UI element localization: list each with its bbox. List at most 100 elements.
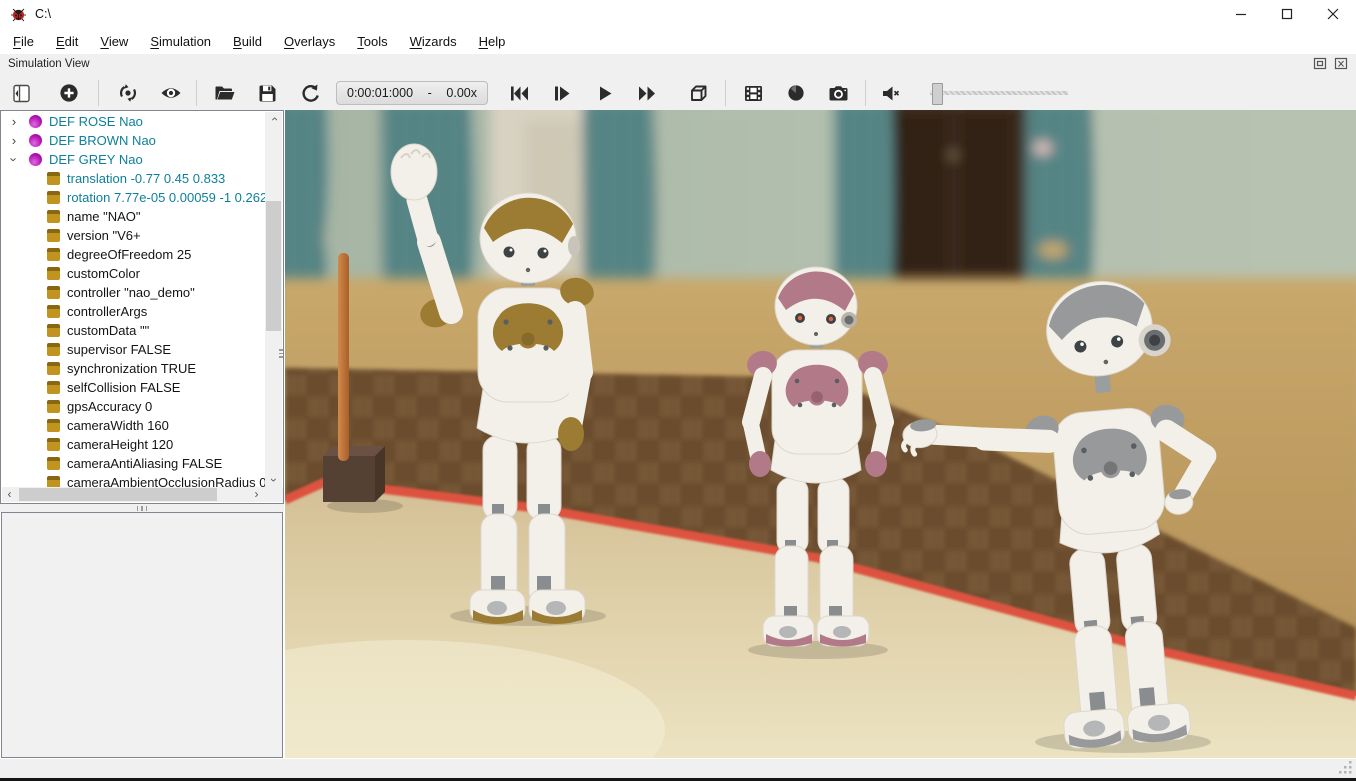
maximize-button[interactable]	[1264, 0, 1310, 28]
tree-horizontal-scrollbar[interactable]	[2, 487, 283, 502]
tree-node-label: selfCollision FALSE	[67, 380, 180, 395]
scene-tree: DEF ROSE Nao DEF BROWN Nao DEF GREY Nao …	[1, 112, 265, 488]
vertical-splitter-grip[interactable]	[279, 349, 283, 365]
tree-node-icon	[47, 172, 60, 185]
tree-row[interactable]: rotation 7.77e-05 0.00059 -1 0.262	[1, 188, 265, 207]
tree-row[interactable]: gpsAccuracy 0	[1, 397, 265, 416]
status-bar	[0, 759, 1356, 778]
tree-row[interactable]: controller "nao_demo"	[1, 283, 265, 302]
menu-file[interactable]: File	[2, 31, 45, 52]
volume-slider-handle[interactable]	[932, 83, 943, 105]
tree-node-label: cameraAntiAliasing FALSE	[67, 456, 222, 471]
menu-tools[interactable]: Tools	[346, 31, 398, 52]
menu-build[interactable]: Build	[222, 31, 273, 52]
tree-row[interactable]: version "V6+	[1, 226, 265, 245]
tree-node-label: controllerArgs	[67, 304, 147, 319]
undock-icon[interactable]	[1313, 57, 1327, 70]
tree-row[interactable]: translation -0.77 0.45 0.833	[1, 169, 265, 188]
tree-chevron-icon[interactable]	[7, 150, 21, 169]
simulation-time-display: 0:00:01:000 - 0.00x	[336, 81, 488, 105]
open-world-button[interactable]	[207, 78, 241, 108]
open-folder-icon	[214, 84, 235, 102]
toggle-scene-tree-button[interactable]	[4, 78, 38, 108]
screenshot-button[interactable]	[821, 78, 855, 108]
tree-node-label: customData ""	[67, 323, 149, 338]
tree-node-icon	[47, 343, 60, 356]
tree-row[interactable]: cameraWidth 160	[1, 416, 265, 435]
3d-scene	[285, 110, 1356, 758]
tree-row[interactable]: cameraAntiAliasing FALSE	[1, 454, 265, 473]
save-icon	[258, 84, 277, 103]
show-rendering-button[interactable]	[154, 78, 188, 108]
tree-row[interactable]: DEF GREY Nao	[1, 150, 265, 169]
volume-slider[interactable]	[930, 82, 1068, 104]
tree-node-icon	[47, 305, 60, 318]
toolbar-separator	[865, 80, 866, 106]
menu-wizards[interactable]: Wizards	[399, 31, 468, 52]
tree-node-icon	[47, 438, 60, 451]
tree-node-label: synchronization TRUE	[67, 361, 196, 376]
tree-row[interactable]: supervisor FALSE	[1, 340, 265, 359]
tree-row[interactable]: degreeOfFreedom 25	[1, 245, 265, 264]
minimize-icon	[1235, 8, 1247, 20]
scene-tree-panel: DEF ROSE Nao DEF BROWN Nao DEF GREY Nao …	[0, 110, 284, 504]
resize-grip[interactable]	[1339, 761, 1353, 775]
tree-row[interactable]: customData ""	[1, 321, 265, 340]
step-button[interactable]	[545, 78, 579, 108]
minimize-button[interactable]	[1218, 0, 1264, 28]
simulation-view-dock: Simulation View	[0, 54, 1356, 110]
record-button[interactable]	[779, 78, 813, 108]
tree-chevron-icon[interactable]	[7, 112, 21, 131]
tree-hscroll-thumb[interactable]	[19, 488, 217, 501]
tree-row[interactable]: DEF ROSE Nao	[1, 112, 265, 131]
tree-node-icon	[47, 210, 60, 223]
tree-chevron-icon[interactable]	[7, 131, 21, 150]
tree-vertical-scrollbar[interactable]	[265, 112, 282, 488]
tree-row[interactable]: controllerArgs	[1, 302, 265, 321]
scroll-up-icon[interactable]	[265, 112, 282, 127]
volume-slider-track[interactable]	[930, 91, 1068, 95]
tree-node-label: DEF ROSE Nao	[49, 114, 143, 129]
reset-simulation-button[interactable]	[111, 78, 145, 108]
reload-world-button[interactable]	[293, 78, 327, 108]
dock-close-icon[interactable]	[1334, 57, 1348, 70]
fast-forward-icon	[637, 85, 658, 102]
tree-node-icon	[47, 400, 60, 413]
make-movie-button[interactable]	[736, 78, 770, 108]
step-icon	[553, 85, 571, 102]
rendering-cube-button[interactable]	[681, 78, 715, 108]
toggle-scene-tree-icon	[12, 84, 31, 103]
menu-view[interactable]: View	[89, 31, 139, 52]
field-editor-panel	[1, 512, 283, 758]
menu-simulation[interactable]: Simulation	[139, 31, 222, 52]
tree-vscroll-thumb[interactable]	[266, 201, 281, 331]
tree-row[interactable]: selfCollision FALSE	[1, 378, 265, 397]
3d-viewport[interactable]	[285, 110, 1356, 758]
rendering-cube-icon	[688, 83, 709, 104]
save-world-button[interactable]	[250, 78, 284, 108]
menu-edit[interactable]: Edit	[45, 31, 89, 52]
menu-help[interactable]: Help	[468, 31, 517, 52]
tree-row[interactable]: cameraHeight 120	[1, 435, 265, 454]
tree-row[interactable]: synchronization TRUE	[1, 359, 265, 378]
toolbar: 0:00:01:000 - 0.00x	[0, 76, 1356, 110]
scroll-right-icon[interactable]	[249, 487, 264, 502]
close-button[interactable]	[1310, 0, 1356, 28]
mute-button[interactable]	[874, 78, 908, 108]
tree-row[interactable]: name "NAO"	[1, 207, 265, 226]
scroll-left-icon[interactable]	[2, 487, 17, 502]
play-button[interactable]	[588, 78, 622, 108]
menu-overlays[interactable]: Overlays	[273, 31, 346, 52]
skip-to-start-button[interactable]	[502, 78, 536, 108]
horizontal-splitter[interactable]	[0, 504, 284, 512]
add-node-button[interactable]	[52, 78, 86, 108]
fast-forward-button[interactable]	[630, 78, 664, 108]
tree-node-icon	[29, 153, 42, 166]
record-icon	[787, 84, 805, 102]
tree-node-label: cameraHeight 120	[67, 437, 173, 452]
tree-row[interactable]: cameraAmbientOcclusionRadius 0	[1, 473, 265, 488]
tree-node-icon	[47, 324, 60, 337]
tree-row[interactable]: DEF BROWN Nao	[1, 131, 265, 150]
scroll-down-icon[interactable]	[265, 473, 282, 488]
tree-row[interactable]: customColor	[1, 264, 265, 283]
